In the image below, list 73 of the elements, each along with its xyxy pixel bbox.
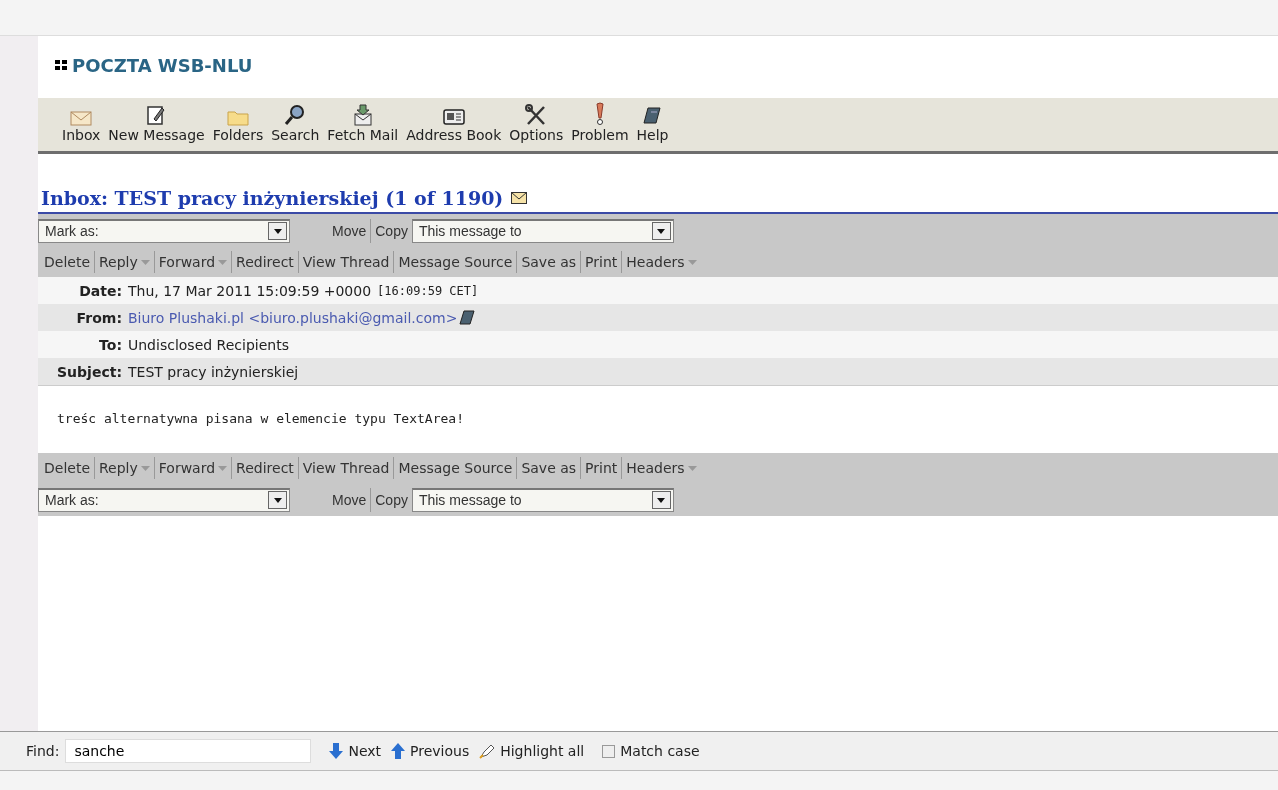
caret-icon [273,497,282,503]
toolbar-button[interactable]: Fetch Mail [323,102,403,143]
header-value: Undisclosed Recipients [128,336,289,353]
sender-link[interactable]: Biuro Plushaki.pl <biuro.plushaki@gmail.com> [128,309,458,326]
address-card-icon [442,108,465,126]
toolbar-button[interactable]: Help [632,102,673,143]
fetch-mail-icon [352,104,373,126]
exclamation-icon [594,102,605,126]
message-action-link[interactable]: Delete [40,457,95,479]
header-value: Thu, 17 Mar 2011 15:09:59 +0000 [128,282,372,299]
folder-icon [226,108,249,126]
book-icon [642,106,663,126]
app-title: POCZTA WSB-NLU [72,54,253,76]
message-body: treśc alternatywna pisana w elemencie typu TextArea! [57,411,464,426]
message-action-link[interactable]: Delete [40,251,95,273]
message-heading: Inbox: TEST pracy inżynierskiej (1 of 1190) [41,187,504,209]
header-label: To: [98,336,122,353]
caret-icon [657,228,666,234]
header-label: Subject: [56,363,122,380]
book-icon[interactable] [459,309,476,326]
compose-icon [146,104,167,126]
move-button[interactable]: Move [328,218,372,243]
toolbar-button[interactable]: New Message [104,102,209,143]
caret-icon [657,497,666,503]
copy-button[interactable]: Copy [371,218,412,243]
find-input[interactable]: sanche [65,739,312,763]
message-action-link[interactable]: Reply [95,457,155,479]
message-action-link[interactable]: Print [581,251,623,273]
message-action-link[interactable]: Message Source [394,457,518,479]
local-time: [16:09:59 CET] [377,283,479,298]
arrow-down-icon [329,743,344,759]
tools-icon [525,104,548,126]
find-previous-button[interactable]: Previous [391,743,470,759]
mark-as-dropdown[interactable]: Mark as: [38,487,290,512]
message-action-link[interactable]: Reply [95,251,155,273]
header-label: Date: [78,282,122,299]
target-folder-dropdown[interactable]: This message to [411,218,674,243]
search-icon [284,104,307,126]
mark-as-dropdown[interactable]: Mark as: [38,218,290,243]
find-label: Find: [26,743,60,759]
message-action-link[interactable]: View Thread [298,251,395,273]
message-action-link[interactable]: Headers [622,251,701,273]
message-action-link[interactable]: Message Source [394,251,518,273]
copy-button[interactable]: Copy [371,487,412,512]
message-action-link[interactable]: View Thread [298,457,395,479]
envelope-icon [511,192,528,204]
envelope-icon [70,110,93,126]
target-folder-dropdown[interactable]: This message to [411,487,674,512]
message-action-link[interactable]: Save as [517,457,582,479]
caret-icon [273,228,282,234]
checkbox[interactable] [602,744,616,758]
toolbar-button[interactable]: Options [505,102,568,143]
message-action-link[interactable]: Forward [154,251,233,273]
header-value: TEST pracy inżynierskiej [128,363,299,380]
toolbar-button[interactable]: Problem [567,102,633,143]
header-label: From: [75,309,122,326]
highlighter-icon [479,743,496,759]
toolbar-button[interactable]: Folders [208,102,268,143]
message-action-link[interactable]: Headers [622,457,701,479]
find-next-button[interactable]: Next [329,743,382,759]
message-action-link[interactable]: Save as [517,251,582,273]
toolbar-button[interactable]: Inbox [58,102,105,143]
toolbar-button[interactable]: Search [267,102,324,143]
message-action-link[interactable]: Forward [154,457,233,479]
move-button[interactable]: Move [328,487,372,512]
grip-icon [55,59,69,71]
message-action-link[interactable]: Print [581,457,623,479]
message-action-link[interactable]: Redirect [232,251,299,273]
message-action-link[interactable]: Redirect [232,457,299,479]
highlight-all-button[interactable]: Highlight all [479,743,585,759]
toolbar-button[interactable]: Address Book [402,102,506,143]
arrow-up-icon [391,743,406,759]
match-case-checkbox[interactable]: Match case [602,743,700,759]
